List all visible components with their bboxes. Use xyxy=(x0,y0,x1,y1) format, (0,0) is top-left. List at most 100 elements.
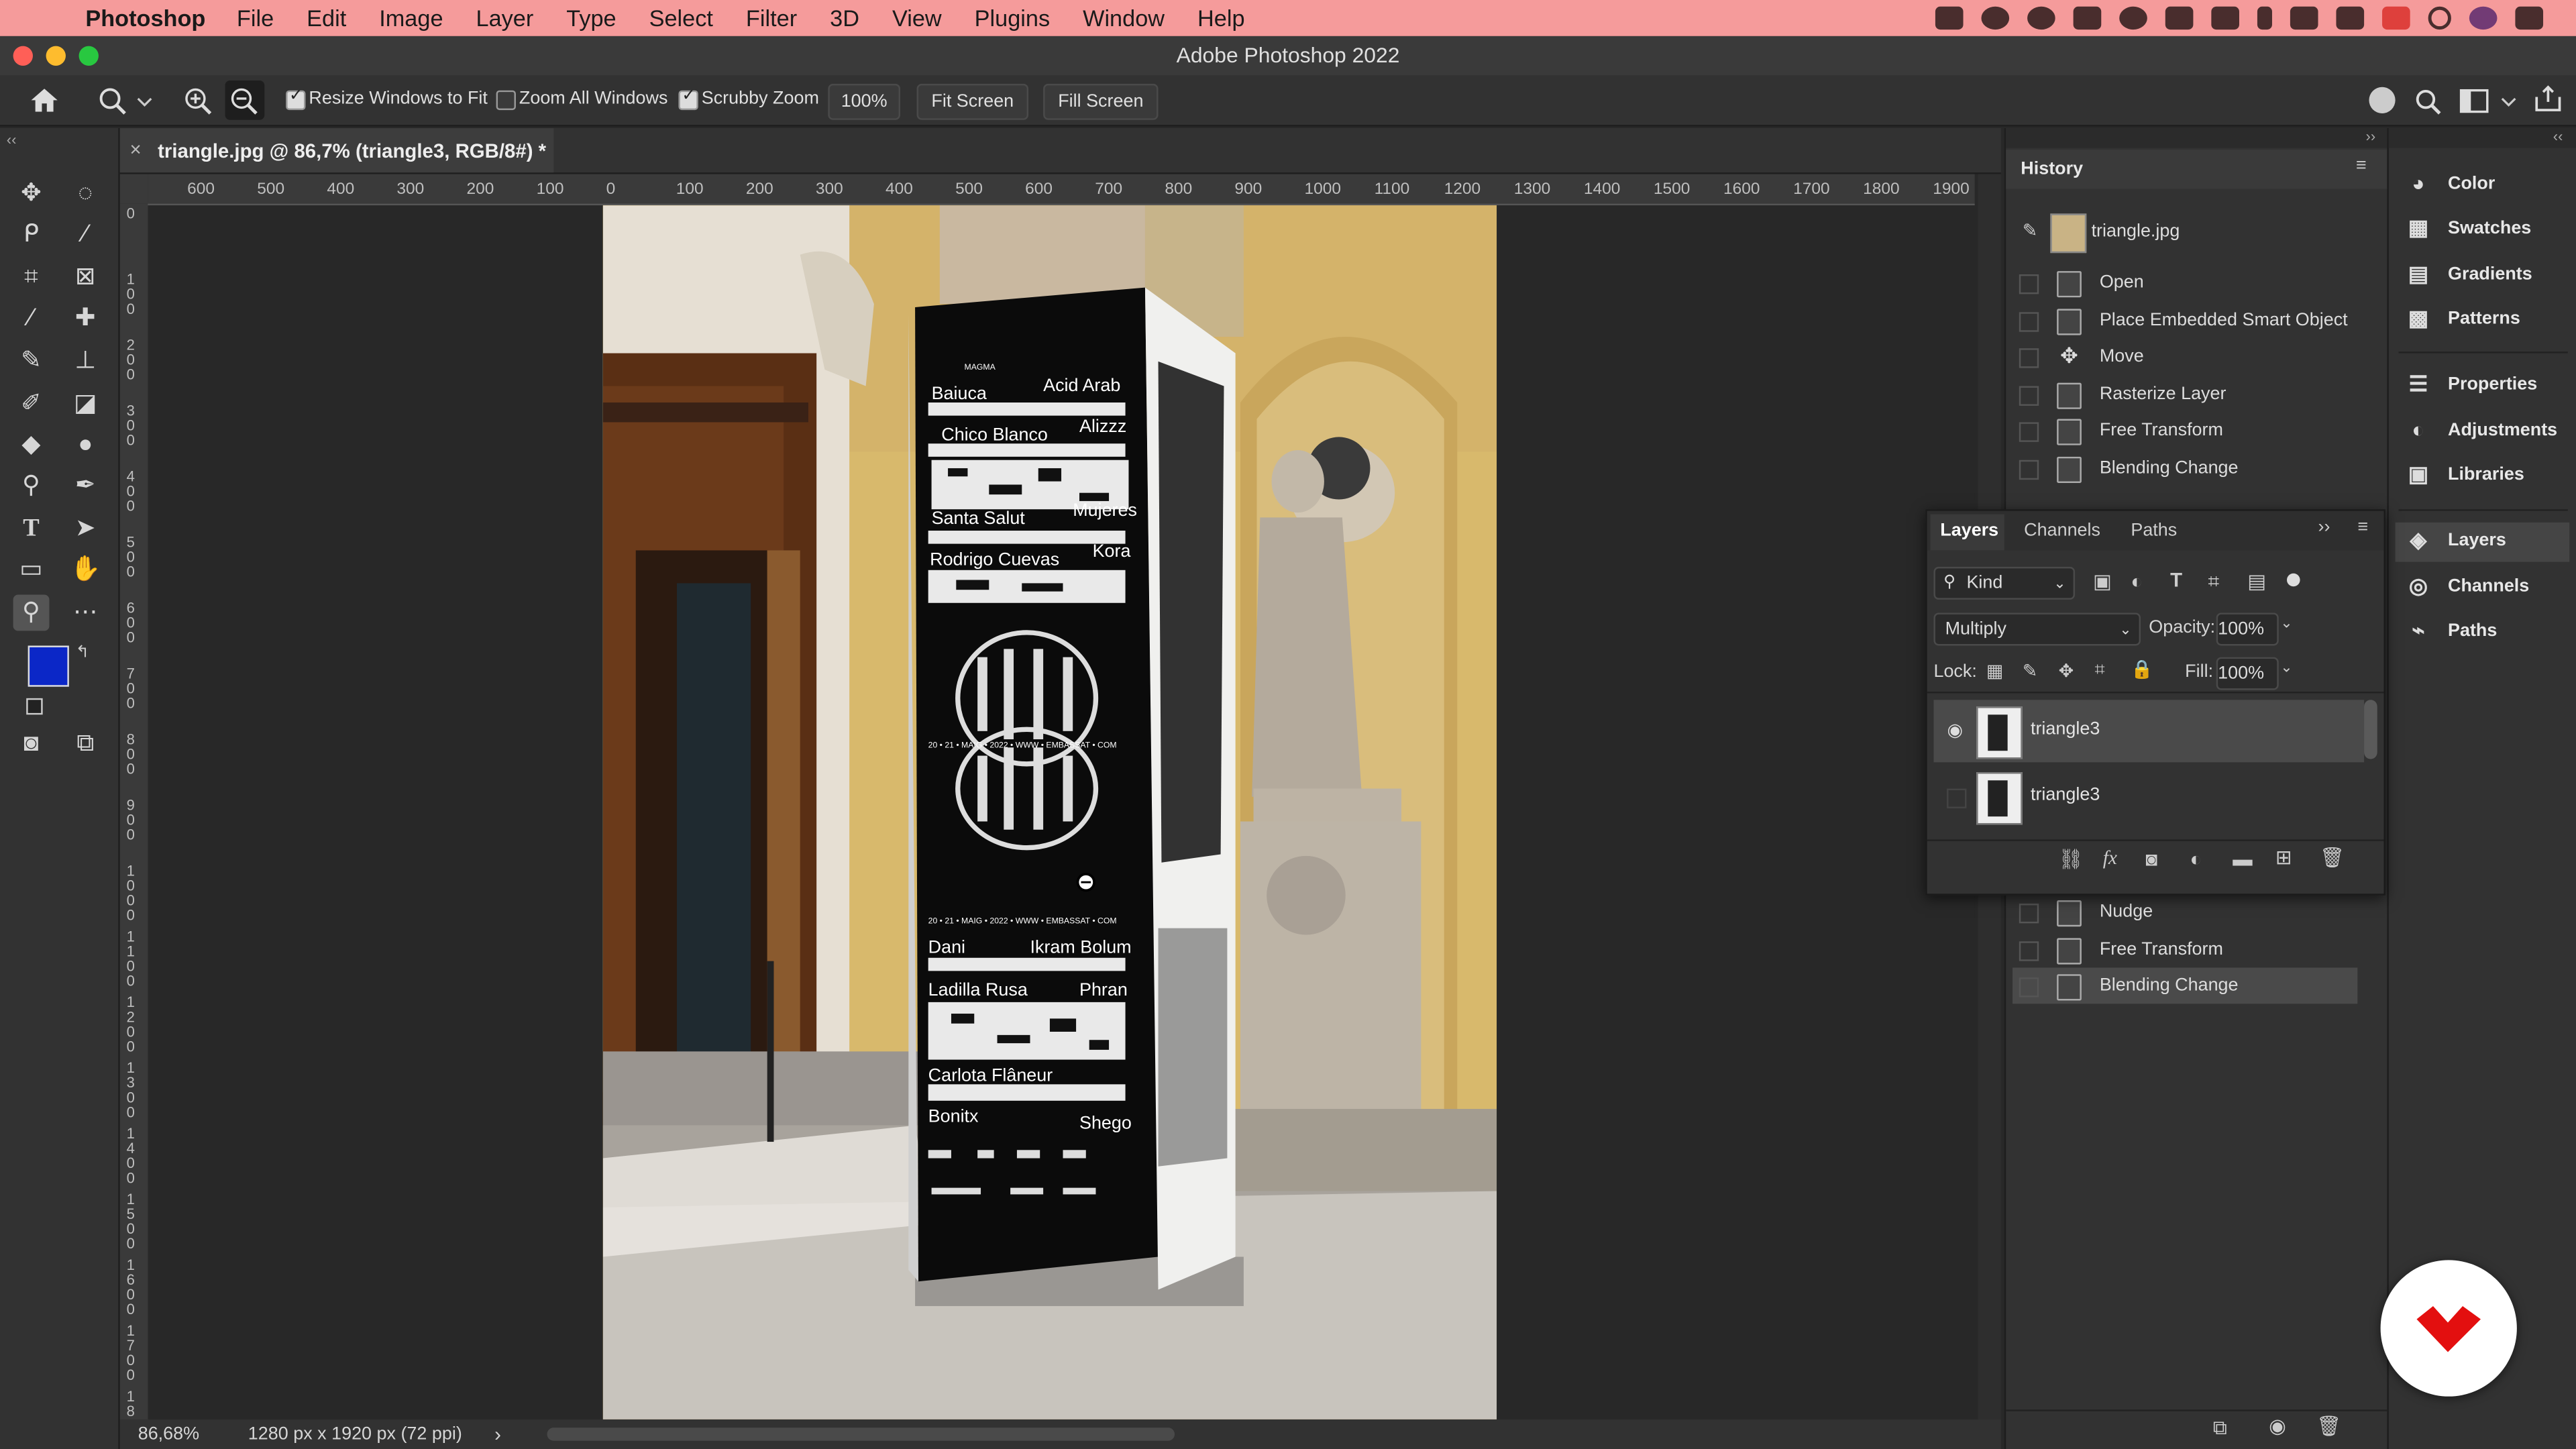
eyedropper-tool-icon[interactable]: ⁄ xyxy=(13,301,50,337)
paint-bucket-tool-icon[interactable]: ◆ xyxy=(13,427,50,464)
visibility-toggle-off[interactable] xyxy=(1947,788,1967,808)
panel-channels[interactable]: ◎ Channels xyxy=(2402,568,2566,608)
hand-tool-icon[interactable]: ✋ xyxy=(67,552,103,588)
layer-row[interactable]: triangle3 xyxy=(1933,765,2364,828)
layers-scrollbar[interactable] xyxy=(2364,700,2377,759)
vertical-ruler[interactable]: 0 1 0 0 2 0 0 3 0 0 4 0 0 5 0 0 6 0 0 7 0 0 8 0 … xyxy=(119,203,150,1419)
eraser-tool-icon[interactable]: ◪ xyxy=(67,386,103,423)
screen-mode-icon[interactable]: ⧉ xyxy=(67,726,103,762)
expand-panel-icon[interactable]: ›› xyxy=(2318,517,2330,537)
menu-app[interactable]: Photoshop xyxy=(85,5,205,31)
blend-mode-select[interactable]: Multiply ⌄ xyxy=(1933,612,2141,646)
history-state[interactable]: Blending Change xyxy=(2012,450,2357,486)
delete-state-icon[interactable]: 🗑 xyxy=(2316,1415,2341,1438)
menu-type[interactable]: Type xyxy=(566,5,616,31)
dodge-tool-icon[interactable]: ⚲ xyxy=(13,468,50,504)
layers-menu-icon[interactable]: ≡ xyxy=(2357,517,2368,537)
menu-plugins[interactable]: Plugins xyxy=(975,5,1050,31)
lasso-tool-icon[interactable]: ᑭ xyxy=(13,217,50,253)
history-tab[interactable]: History xyxy=(2021,160,2083,179)
pen-tool-icon[interactable]: ✒ xyxy=(67,468,103,504)
layer-name[interactable]: triangle3 xyxy=(2031,720,2100,739)
layer-style-fx-icon[interactable]: fx xyxy=(2103,846,2117,871)
search-icon[interactable] xyxy=(2414,87,2443,117)
history-menu-icon[interactable]: ≡ xyxy=(2356,156,2367,176)
history-state[interactable]: Nudge xyxy=(2012,894,2357,930)
fill-screen-button[interactable]: Fill Screen xyxy=(1043,83,1159,120)
close-document-icon[interactable]: × xyxy=(129,138,141,161)
cloud-docs-icon[interactable] xyxy=(2369,87,2396,113)
chevron-down-icon[interactable] xyxy=(136,95,152,109)
opacity-input[interactable]: 100% xyxy=(2216,612,2279,646)
history-state-current[interactable]: Blending Change xyxy=(2012,967,2358,1004)
type-tool-icon[interactable]: T xyxy=(13,511,50,547)
lock-transparent-icon[interactable]: ▦ xyxy=(1986,660,2003,682)
add-mask-icon[interactable]: ◙ xyxy=(2145,848,2157,871)
filter-adjustment-icon[interactable]: ◐ xyxy=(2131,570,2143,593)
menu-edit[interactable]: Edit xyxy=(307,5,346,31)
new-document-from-state-icon[interactable]: ⧉ xyxy=(2213,1416,2227,1441)
zoom-out-button[interactable] xyxy=(225,80,265,120)
airplay-icon[interactable] xyxy=(2211,6,2239,30)
layer-row-selected[interactable]: ◉ triangle3 xyxy=(1933,700,2365,763)
history-state[interactable]: Rasterize Layer xyxy=(2012,376,2357,413)
visibility-eye-icon[interactable]: ◉ xyxy=(1943,720,1966,743)
menu-layer[interactable]: Layer xyxy=(476,5,534,31)
wifi-icon[interactable] xyxy=(2290,6,2318,30)
panel-properties[interactable]: ☰ Properties xyxy=(2402,366,2566,406)
menu-3d[interactable]: 3D xyxy=(830,5,859,31)
foreground-color-swatch[interactable] xyxy=(28,645,69,687)
tab-channels[interactable]: Channels xyxy=(2024,521,2100,540)
status-s-icon[interactable] xyxy=(2165,6,2194,30)
filter-pixel-icon[interactable]: ▣ xyxy=(2093,570,2112,593)
crop-tool-icon[interactable]: ⌗ xyxy=(13,260,50,296)
panel-color[interactable]: ◕ Color xyxy=(2402,166,2566,205)
default-colors-icon[interactable] xyxy=(26,698,43,715)
menu-filter[interactable]: Filter xyxy=(746,5,797,31)
history-snapshot[interactable]: ✎ triangle.jpg xyxy=(2012,210,2357,254)
magic-wand-tool-icon[interactable]: ⁄ xyxy=(67,217,103,253)
creative-cloud-icon[interactable] xyxy=(1981,6,2010,30)
horizontal-scrollbar[interactable] xyxy=(547,1428,1175,1441)
lock-artboard-icon[interactable]: ⌗ xyxy=(2094,660,2104,682)
horizontal-ruler[interactable]: 600 500 400 300 200 100 0 100 200 300 400 500 600 700… xyxy=(148,174,1975,206)
document-image[interactable]: Baiuca Acid Arab Chico Blanco Alizzz San… xyxy=(602,205,1497,1419)
panel-libraries[interactable]: ▣ Libraries xyxy=(2402,457,2566,496)
path-selection-tool-icon[interactable]: ➤ xyxy=(67,511,103,547)
lock-image-icon[interactable]: ✎ xyxy=(2023,660,2038,682)
new-layer-icon[interactable]: ⊞ xyxy=(2275,846,2292,869)
history-brush-source-icon[interactable]: ✎ xyxy=(2023,220,2038,241)
new-adjustment-icon[interactable]: ◐ xyxy=(2190,848,2202,871)
fill-chevron-icon[interactable]: ⌄ xyxy=(2280,659,2292,677)
bluetooth-icon[interactable] xyxy=(2257,6,2272,30)
menu-select[interactable]: Select xyxy=(649,5,713,31)
document-tab[interactable]: × triangle.jpg @ 86,7% (triangle3, RGB/8… xyxy=(119,128,554,173)
history-state[interactable]: Free Transform xyxy=(2012,413,2357,449)
apple-menu-icon[interactable] xyxy=(32,5,58,31)
history-brush-tool-icon[interactable]: ✐ xyxy=(13,386,50,423)
workspace-icon[interactable] xyxy=(2459,89,2489,113)
frame-tool-icon[interactable]: ⊠ xyxy=(67,260,103,296)
filter-type-icon[interactable]: T xyxy=(2170,568,2182,591)
panel-swatches[interactable]: ▦ Swatches xyxy=(2402,210,2566,250)
status-menu-chevron-icon[interactable]: › xyxy=(494,1423,501,1446)
menu-file[interactable]: File xyxy=(237,5,274,31)
history-state[interactable]: Place Embedded Smart Object xyxy=(2012,303,2357,339)
status-eye-icon[interactable] xyxy=(2119,6,2147,30)
new-group-icon[interactable]: ▬ xyxy=(2233,848,2252,871)
ruler-origin[interactable] xyxy=(119,174,148,204)
spotlight-search-icon[interactable] xyxy=(2428,6,2451,30)
rectangle-tool-icon[interactable]: ▭ xyxy=(13,552,50,588)
marquee-tool-icon[interactable]: ◌ xyxy=(67,176,103,212)
collapse-toolbar-icon[interactable]: ‹‹ xyxy=(7,131,17,148)
home-icon[interactable] xyxy=(28,85,61,115)
history-state[interactable]: Open xyxy=(2012,264,2357,301)
panel-paths[interactable]: ⌁ Paths xyxy=(2402,612,2566,652)
delete-layer-icon[interactable]: 🗑 xyxy=(2320,846,2345,869)
tab-paths[interactable]: Paths xyxy=(2131,521,2177,540)
resize-windows-checkbox[interactable] xyxy=(286,87,306,111)
panel-gradients[interactable]: ▤ Gradients xyxy=(2402,256,2566,296)
lock-all-icon[interactable]: 🔒 xyxy=(2131,659,2153,680)
blur-tool-icon[interactable]: ● xyxy=(67,427,103,464)
zoom-in-icon[interactable] xyxy=(182,85,215,115)
